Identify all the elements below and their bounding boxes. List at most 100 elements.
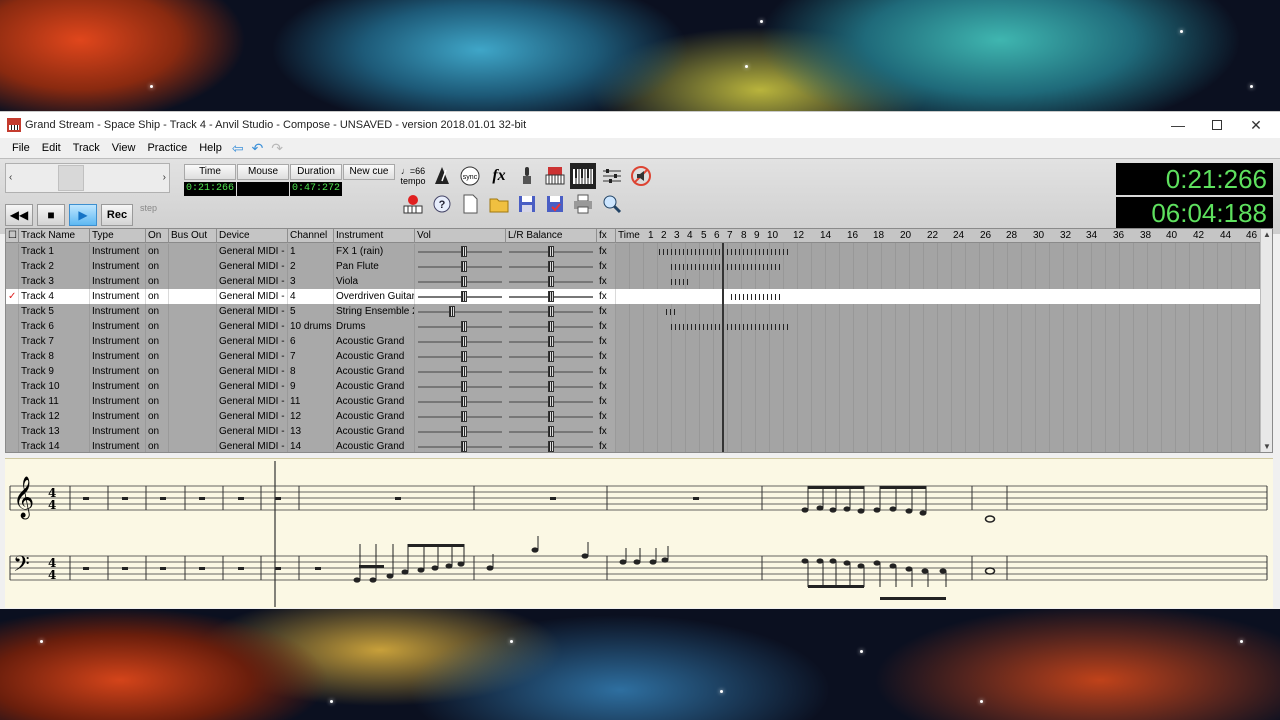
track-bus-cell[interactable] bbox=[169, 379, 217, 394]
track-row[interactable]: Track 5Instrumenton General MIDI - M5Stri… bbox=[6, 304, 1272, 319]
col-balance[interactable]: L/R Balance bbox=[506, 229, 597, 243]
track-name-cell[interactable]: Track 9 bbox=[19, 364, 90, 379]
track-row[interactable]: Track 1Instrumenton General MIDI - M1FX 1… bbox=[6, 244, 1272, 259]
track-name-cell[interactable]: Track 3 bbox=[19, 274, 90, 289]
volume-slider[interactable] bbox=[418, 341, 502, 343]
track-device-cell[interactable]: General MIDI - M bbox=[217, 349, 288, 364]
balance-slider-thumb[interactable] bbox=[548, 366, 554, 377]
track-type-cell[interactable]: Instrument bbox=[90, 439, 146, 452]
track-bus-cell[interactable] bbox=[169, 424, 217, 439]
track-fx-button[interactable]: fx bbox=[597, 439, 616, 452]
maximize-button[interactable] bbox=[1198, 112, 1236, 138]
track-channel-cell[interactable]: 3 bbox=[288, 274, 334, 289]
col-on[interactable]: On bbox=[146, 229, 169, 243]
volume-slider-thumb[interactable] bbox=[461, 396, 468, 407]
track-instrument-cell[interactable]: Acoustic Grand bbox=[334, 409, 415, 424]
track-row[interactable]: Track 11Instrumenton General MIDI - M11Ac… bbox=[6, 394, 1272, 409]
volume-slider[interactable] bbox=[418, 371, 502, 373]
volume-slider[interactable] bbox=[418, 356, 502, 358]
volume-slider[interactable] bbox=[418, 386, 502, 388]
volume-slider-thumb[interactable] bbox=[461, 336, 468, 347]
balance-slider-thumb[interactable] bbox=[548, 351, 554, 362]
track-checkbox[interactable] bbox=[6, 274, 19, 289]
track-instrument-cell[interactable]: Viola bbox=[334, 274, 415, 289]
track-fx-button[interactable]: fx bbox=[597, 349, 616, 364]
track-channel-cell[interactable]: 10 drums bbox=[288, 319, 334, 334]
track-device-cell[interactable]: General MIDI - M bbox=[217, 439, 288, 452]
track-name-cell[interactable]: Track 13 bbox=[19, 424, 90, 439]
col-vol[interactable]: Vol bbox=[415, 229, 506, 243]
track-checkbox[interactable]: ✓ bbox=[6, 289, 19, 304]
col-instrument[interactable]: Instrument bbox=[334, 229, 415, 243]
track-on-cell[interactable]: on bbox=[146, 424, 169, 439]
midi-note-events[interactable] bbox=[666, 309, 676, 315]
balance-slider-thumb[interactable] bbox=[548, 291, 554, 302]
track-fx-button[interactable]: fx bbox=[597, 289, 616, 304]
col-track-name[interactable]: Track Name bbox=[19, 229, 90, 243]
track-checkbox[interactable] bbox=[6, 439, 19, 452]
track-fx-button[interactable]: fx bbox=[597, 379, 616, 394]
midi-note-events[interactable] bbox=[731, 294, 781, 300]
volume-slider[interactable] bbox=[418, 416, 502, 418]
track-row[interactable]: Track 12Instrumenton General MIDI - M12Ac… bbox=[6, 409, 1272, 424]
volume-slider-thumb[interactable] bbox=[461, 411, 468, 422]
track-channel-cell[interactable]: 1 bbox=[288, 244, 334, 259]
track-on-cell[interactable]: on bbox=[146, 259, 169, 274]
track-checkbox[interactable] bbox=[6, 409, 19, 424]
synth-button[interactable] bbox=[542, 163, 568, 189]
track-bus-cell[interactable] bbox=[169, 244, 217, 259]
stop-button[interactable]: ■ bbox=[37, 204, 65, 226]
track-channel-cell[interactable]: 12 bbox=[288, 409, 334, 424]
track-fx-button[interactable]: fx bbox=[597, 424, 616, 439]
duration-label[interactable]: Duration bbox=[290, 164, 342, 180]
track-type-cell[interactable]: Instrument bbox=[90, 244, 146, 259]
track-bus-cell[interactable] bbox=[169, 439, 217, 452]
redo-icon[interactable]: ↷ bbox=[271, 140, 283, 157]
print-button[interactable] bbox=[570, 191, 596, 217]
back-arrow-icon[interactable]: ⇦ bbox=[232, 140, 244, 157]
midi-note-events[interactable] bbox=[671, 279, 691, 285]
track-checkbox[interactable] bbox=[6, 424, 19, 439]
track-name-cell[interactable]: Track 2 bbox=[19, 259, 90, 274]
balance-slider-thumb[interactable] bbox=[548, 426, 554, 437]
track-bus-cell[interactable] bbox=[169, 304, 217, 319]
track-instrument-cell[interactable]: Pan Flute bbox=[334, 259, 415, 274]
track-channel-cell[interactable]: 6 bbox=[288, 334, 334, 349]
track-bus-cell[interactable] bbox=[169, 394, 217, 409]
record-button[interactable]: Rec bbox=[101, 204, 133, 226]
track-checkbox[interactable] bbox=[6, 244, 19, 259]
track-row[interactable]: Track 2Instrumenton General MIDI - M2Pan … bbox=[6, 259, 1272, 274]
mute-audio-button[interactable] bbox=[628, 163, 654, 189]
scroller-thumb[interactable] bbox=[58, 165, 84, 191]
track-checkbox[interactable] bbox=[6, 304, 19, 319]
track-checkbox[interactable] bbox=[6, 364, 19, 379]
record-midi-button[interactable] bbox=[400, 191, 426, 217]
track-instrument-cell[interactable]: Overdriven Guitar bbox=[334, 289, 415, 304]
balance-slider-thumb[interactable] bbox=[548, 246, 554, 257]
volume-slider[interactable] bbox=[418, 446, 502, 448]
track-type-cell[interactable]: Instrument bbox=[90, 274, 146, 289]
track-bus-cell[interactable] bbox=[169, 349, 217, 364]
metronome-button[interactable] bbox=[429, 163, 455, 189]
tempo-button[interactable]: ♩=66 tempo bbox=[400, 163, 426, 189]
track-type-cell[interactable]: Instrument bbox=[90, 349, 146, 364]
track-checkbox[interactable] bbox=[6, 319, 19, 334]
balance-slider-thumb[interactable] bbox=[548, 411, 554, 422]
track-row[interactable]: Track 8Instrumenton General MIDI - M7Acou… bbox=[6, 349, 1272, 364]
volume-slider-thumb[interactable] bbox=[461, 441, 468, 452]
volume-slider[interactable] bbox=[418, 431, 502, 433]
col-type[interactable]: Type bbox=[90, 229, 146, 243]
track-channel-cell[interactable]: 11 bbox=[288, 394, 334, 409]
microphone-button[interactable] bbox=[514, 163, 540, 189]
track-instrument-cell[interactable]: Acoustic Grand bbox=[334, 379, 415, 394]
menu-track[interactable]: Track bbox=[67, 142, 106, 154]
menu-practice[interactable]: Practice bbox=[141, 142, 193, 154]
menu-edit[interactable]: Edit bbox=[36, 142, 67, 154]
track-fx-button[interactable]: fx bbox=[597, 274, 616, 289]
track-bus-cell[interactable] bbox=[169, 274, 217, 289]
track-instrument-cell[interactable]: Drums bbox=[334, 319, 415, 334]
track-instrument-cell[interactable]: Acoustic Grand bbox=[334, 424, 415, 439]
volume-slider[interactable] bbox=[418, 326, 502, 328]
scroll-right-icon[interactable]: › bbox=[163, 172, 166, 183]
track-name-cell[interactable]: Track 11 bbox=[19, 394, 90, 409]
